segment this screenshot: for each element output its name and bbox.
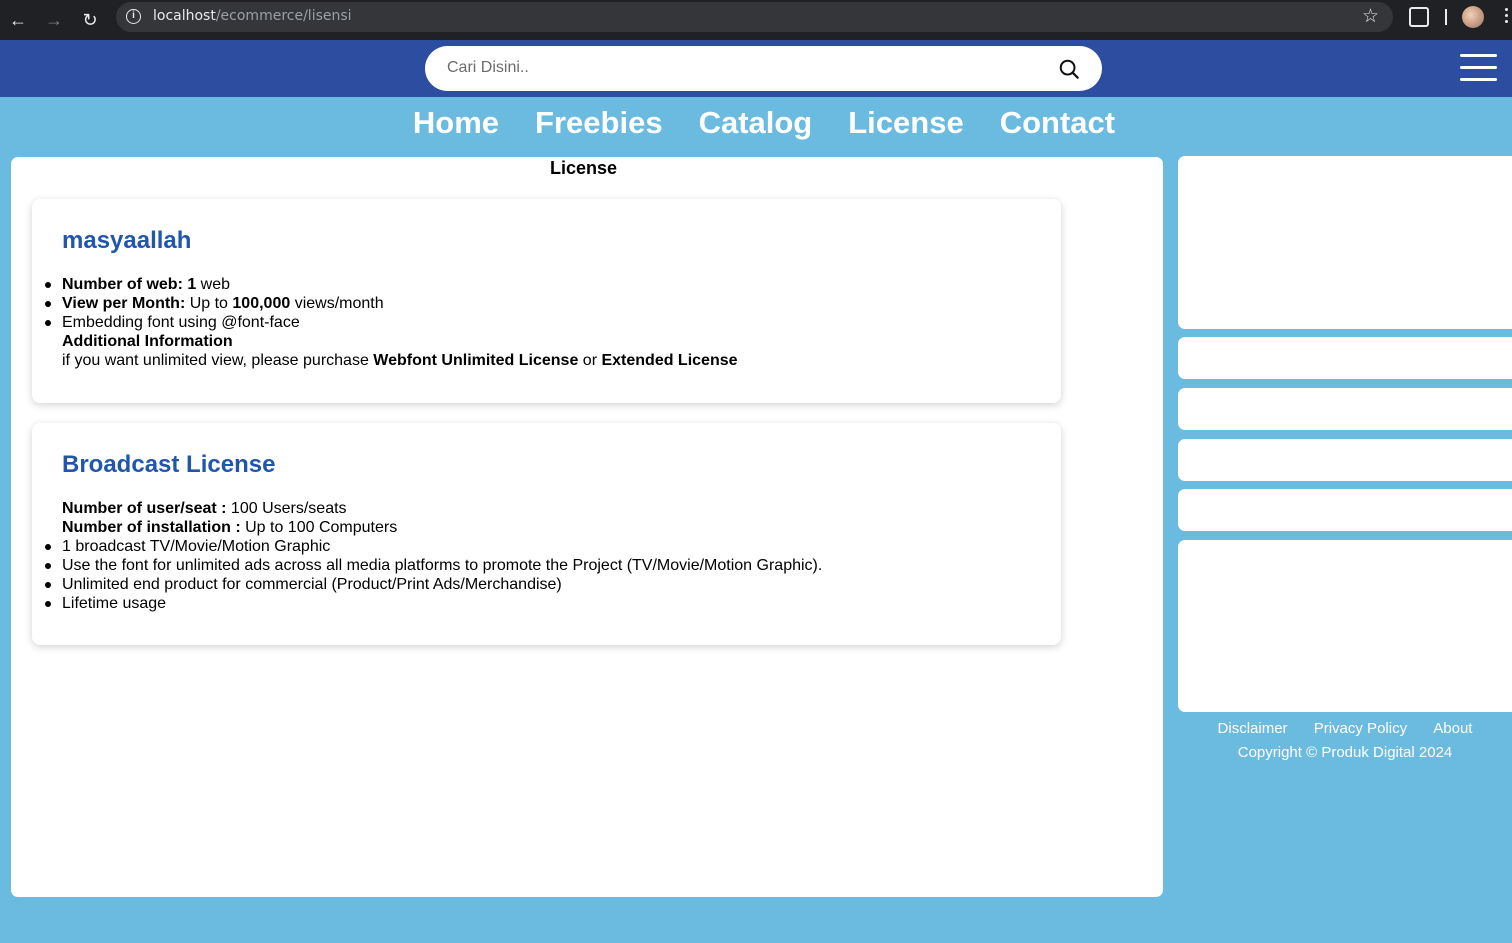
card-heading: masyaallah — [62, 227, 192, 254]
list-item: Unlimited end product for commercial (Pr… — [45, 575, 1031, 594]
search-input[interactable] — [447, 56, 1047, 80]
back-arrow-icon[interactable]: ← — [6, 8, 30, 32]
url-path: /ecommerce/lisensi — [215, 8, 352, 24]
url-host: localhost — [153, 8, 216, 24]
additional-info-title: Additional Information — [62, 332, 1031, 351]
additional-info-label: Additional Information — [62, 333, 233, 350]
nav-freebies[interactable]: Freebies — [535, 105, 663, 141]
main-content: License masyaallah Number of web: 1 web … — [11, 157, 1163, 897]
item-value-bold: 100,000 — [232, 295, 291, 312]
additional-info-text: if you want unlimited view, please purch… — [62, 351, 1031, 370]
bookmark-star-icon[interactable]: ☆ — [1362, 5, 1379, 28]
card-heading: Broadcast License — [62, 451, 276, 478]
item-value: web — [196, 276, 231, 293]
extensions-icon[interactable] — [1409, 7, 1429, 27]
spec-line: Number of installation : Up to 100 Compu… — [62, 518, 1031, 537]
item-value: Up to — [185, 295, 233, 312]
nav-catalog[interactable]: Catalog — [699, 105, 813, 141]
main-navigation: Home Freebies Catalog License Contact — [0, 97, 1512, 153]
spec-line: Number of user/seat : 100 Users/seats — [62, 499, 1031, 518]
nav-license[interactable]: License — [848, 105, 963, 141]
url-text[interactable]: localhost/ecommerce/lisensi — [153, 8, 352, 24]
license-card-broadcast: Broadcast License Number of user/seat : … — [32, 423, 1061, 645]
list-item: 1 broadcast TV/Movie/Motion Graphic — [45, 537, 1031, 556]
item-label: Number of web: 1 — [62, 276, 197, 293]
license-card-masyaallah: masyaallah Number of web: 1 web View per… — [32, 199, 1061, 403]
spec-label: Number of installation : — [62, 519, 241, 536]
extended-license: Extended License — [601, 352, 738, 369]
profile-avatar[interactable] — [1462, 6, 1484, 28]
search-icon[interactable] — [1058, 58, 1080, 80]
page-title: License — [549, 158, 618, 178]
footer-links: Disclaimer Privacy Policy About — [1178, 720, 1512, 737]
spec-value: Up to 100 Computers — [240, 519, 398, 536]
hamburger-menu-icon[interactable] — [1460, 54, 1497, 82]
more-menu-icon[interactable] — [1505, 8, 1509, 26]
sidebar-widget — [1178, 540, 1512, 712]
list-item: Lifetime usage — [45, 594, 1031, 613]
browser-toolbar: ← → ↻ i localhost/ecommerce/lisensi ☆ — [0, 0, 1512, 40]
list-item: Embedding font using @font-face — [45, 313, 1031, 332]
nav-home[interactable]: Home — [413, 105, 499, 141]
nav-contact[interactable]: Contact — [1000, 105, 1115, 141]
footer-link-disclaimer[interactable]: Disclaimer — [1218, 720, 1288, 737]
list-item: Number of web: 1 web — [45, 275, 1031, 294]
webfont-unlimited-license: Webfont Unlimited License — [373, 352, 579, 369]
list-item: View per Month: Up to 100,000 views/mont… — [45, 294, 1031, 313]
spec-label: Number of user/seat : — [62, 500, 227, 517]
site-header — [0, 40, 1512, 97]
sidebar-widget — [1178, 489, 1512, 531]
spec-value: 100 Users/seats — [226, 500, 347, 517]
search-bar — [425, 46, 1102, 91]
item-value: Embedding font using @font-face — [62, 314, 300, 331]
item-label: View per Month: — [62, 295, 186, 312]
info-or: or — [578, 352, 602, 369]
toolbar-divider — [1445, 9, 1447, 25]
info-text: if you want unlimited view, please purch… — [62, 352, 374, 369]
forward-arrow-icon[interactable]: → — [42, 8, 66, 32]
sidebar-widget — [1178, 337, 1512, 379]
sidebar-widget — [1178, 388, 1512, 430]
address-bar[interactable]: i localhost/ecommerce/lisensi ☆ — [116, 2, 1393, 32]
item-value: views/month — [290, 295, 384, 312]
list-item: Use the font for unlimited ads across al… — [45, 556, 1031, 575]
sidebar-widget — [1178, 439, 1512, 481]
footer-link-privacy-policy[interactable]: Privacy Policy — [1314, 720, 1407, 737]
site-info-icon[interactable]: i — [126, 9, 141, 24]
footer-link-about[interactable]: About — [1433, 720, 1472, 737]
sidebar-widget — [1178, 156, 1512, 329]
copyright-text: Copyright © Produk Digital 2024 — [1237, 744, 1453, 761]
reload-icon[interactable]: ↻ — [78, 8, 102, 32]
